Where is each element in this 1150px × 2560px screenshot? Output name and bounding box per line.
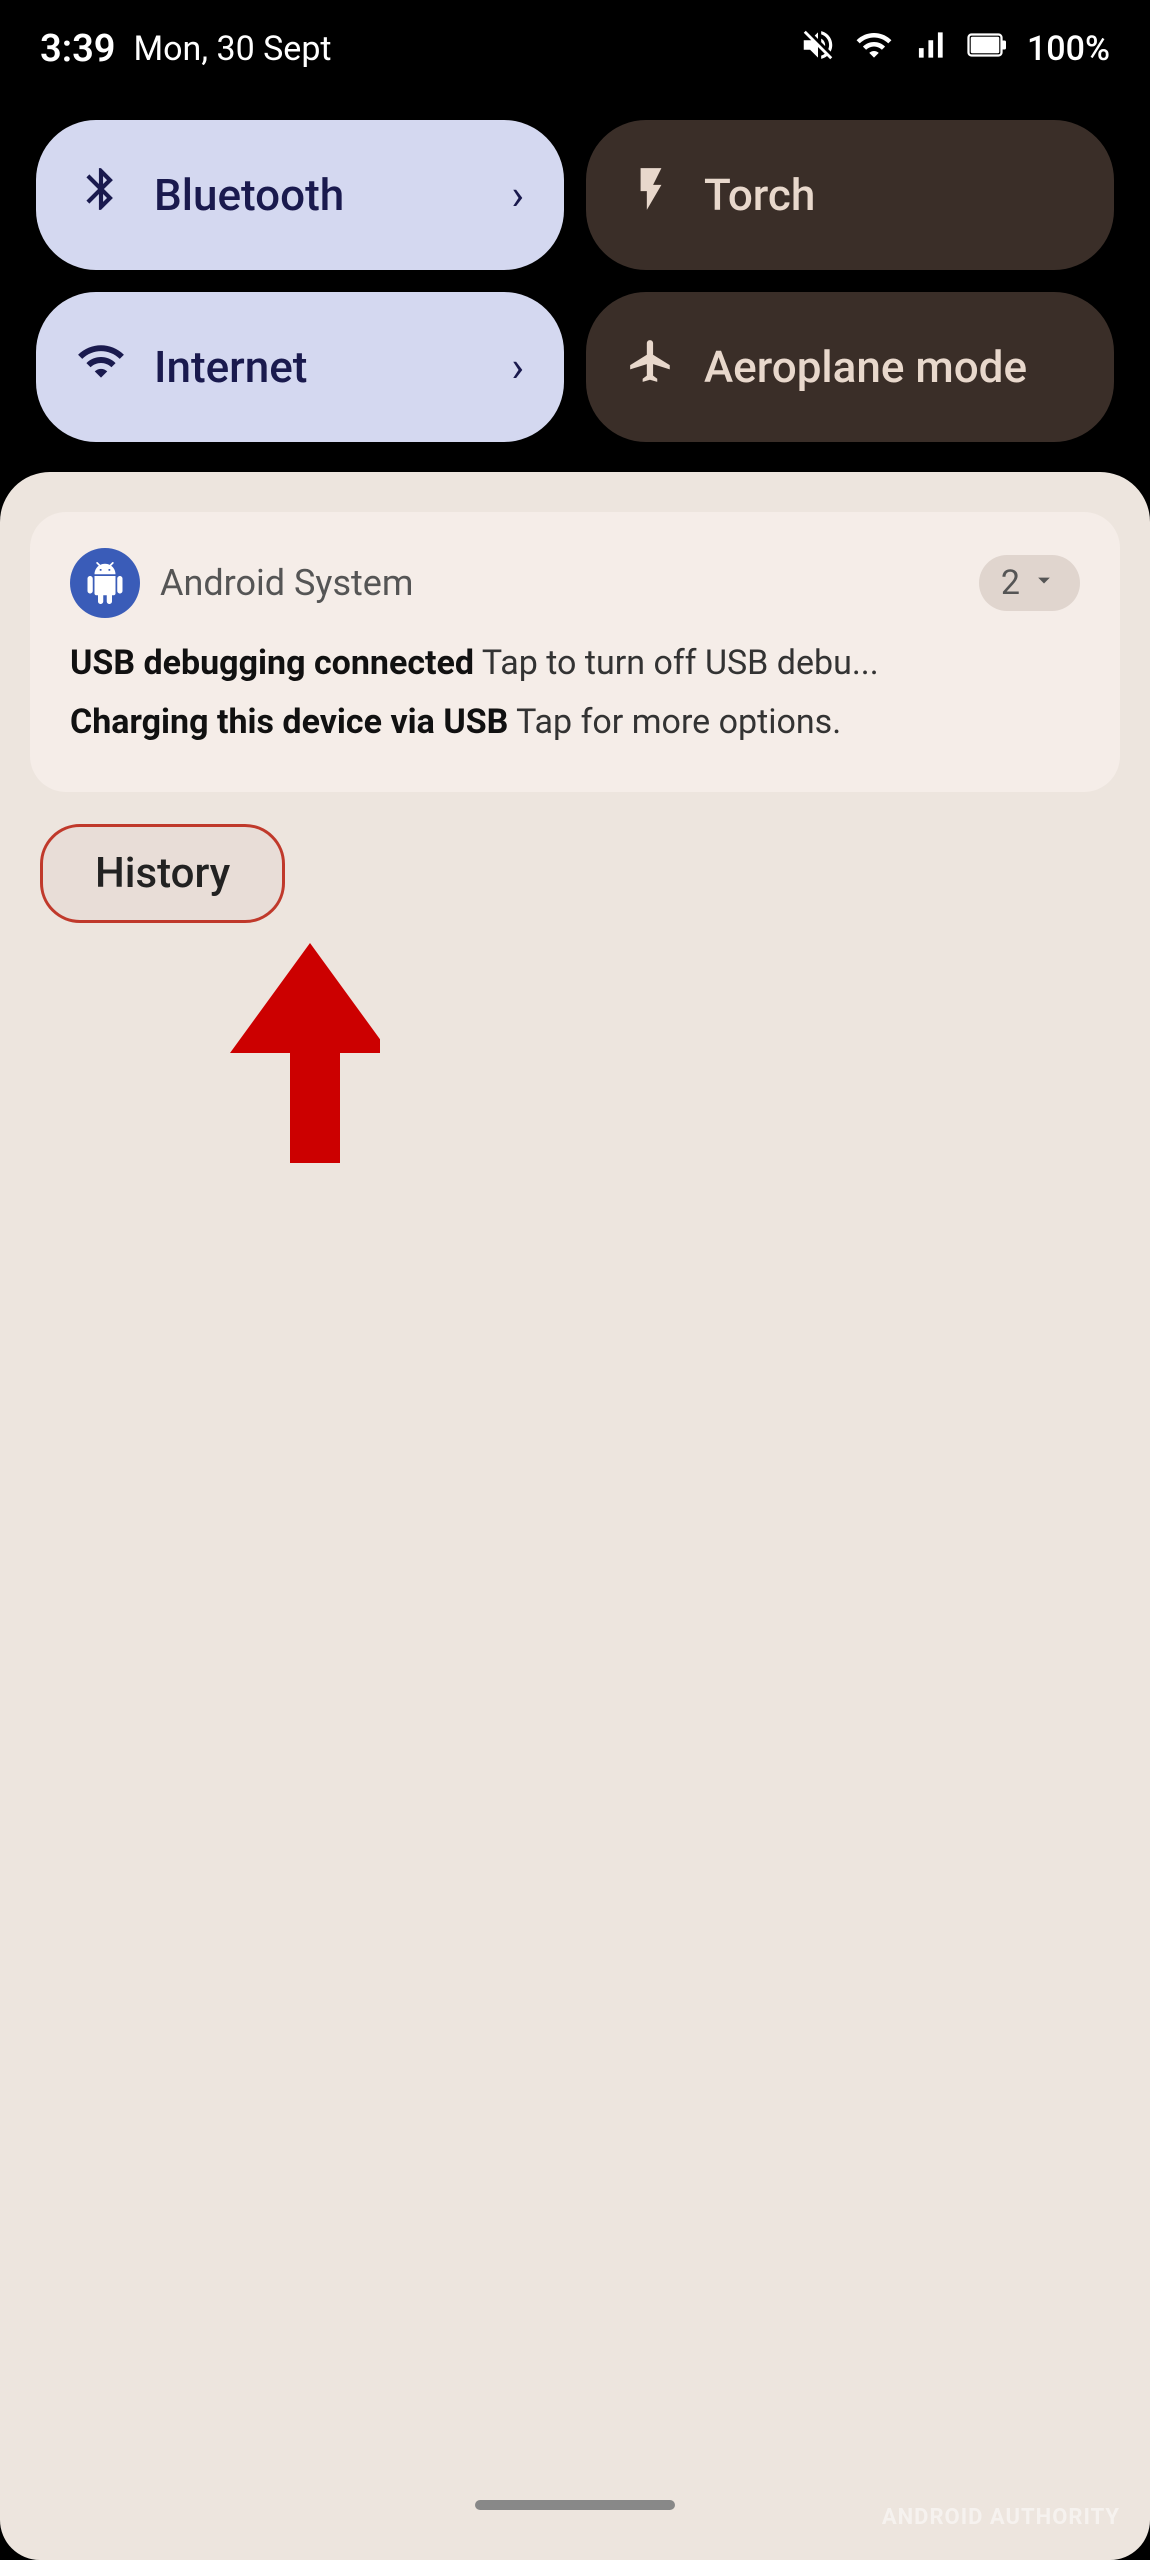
internet-icon xyxy=(76,336,126,399)
notification-line-2: Charging this device via USB Tap for mor… xyxy=(70,697,1080,748)
aeroplane-label: Aeroplane mode xyxy=(704,341,1074,393)
notification-count-badge[interactable]: 2 xyxy=(979,555,1080,611)
notification-card[interactable]: Android System 2 USB debugging connected… xyxy=(30,512,1120,792)
bluetooth-label: Bluetooth xyxy=(154,169,483,221)
notification-header: Android System 2 xyxy=(70,548,1080,618)
screen: 3:39 Mon, 30 Sept xyxy=(0,0,1150,2560)
notification-app-name: Android System xyxy=(160,562,413,604)
battery-percentage: 100% xyxy=(1027,29,1110,69)
notification-count: 2 xyxy=(1001,563,1020,603)
status-date: Mon, 30 Sept xyxy=(133,29,331,69)
status-time: 3:39 xyxy=(40,27,115,71)
notification-panel: Android System 2 USB debugging connected… xyxy=(0,472,1150,2560)
arrow-annotation xyxy=(60,903,420,1123)
torch-icon xyxy=(626,164,676,227)
expand-chevron-icon xyxy=(1030,563,1058,603)
wifi-icon xyxy=(855,26,893,72)
bottom-nav-bar xyxy=(475,2500,675,2510)
red-arrow-icon xyxy=(60,903,380,1163)
status-bar: 3:39 Mon, 30 Sept xyxy=(0,0,1150,90)
signal-icon xyxy=(911,26,949,72)
status-left: 3:39 Mon, 30 Sept xyxy=(40,27,332,71)
quick-tiles: Bluetooth › Torch Internet › xyxy=(0,90,1150,472)
mute-icon xyxy=(799,26,837,72)
internet-tile[interactable]: Internet › xyxy=(36,292,564,442)
bluetooth-tile[interactable]: Bluetooth › xyxy=(36,120,564,270)
android-system-icon xyxy=(70,548,140,618)
aeroplane-icon xyxy=(626,336,676,399)
bluetooth-icon xyxy=(76,164,126,227)
aeroplane-tile[interactable]: Aeroplane mode xyxy=(586,292,1114,442)
notification-line-1: USB debugging connected Tap to turn off … xyxy=(70,638,1080,689)
torch-tile[interactable]: Torch xyxy=(586,120,1114,270)
torch-label: Torch xyxy=(704,169,1074,221)
internet-label: Internet xyxy=(154,341,483,393)
notification-app-info: Android System xyxy=(70,548,413,618)
bluetooth-chevron: › xyxy=(511,171,524,220)
status-right: 100% xyxy=(799,26,1110,72)
watermark: ANDROID AUTHORITY xyxy=(882,2505,1120,2530)
internet-chevron: › xyxy=(511,343,524,392)
battery-icon xyxy=(967,26,1009,72)
